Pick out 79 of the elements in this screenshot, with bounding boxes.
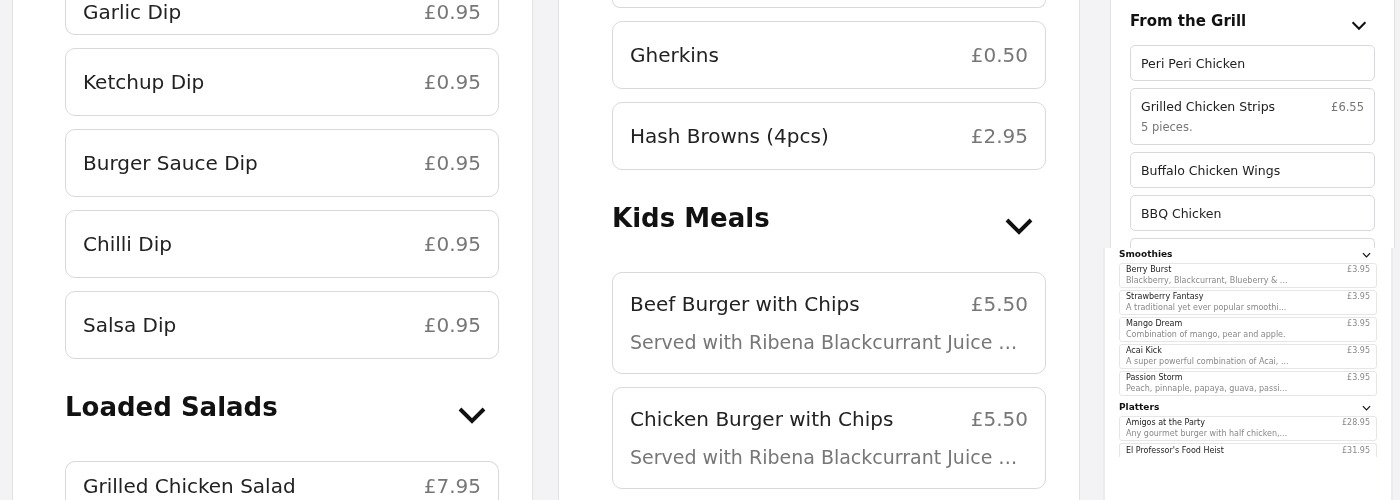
item-name: Grilled Chicken Strips xyxy=(1141,99,1276,114)
menu-item-card[interactable]: Beef Burger with Chips £5.50 Served with Ribena Blackcurrant Juice … xyxy=(612,272,1046,374)
item-name: Hash Browns (4pcs) xyxy=(630,123,829,149)
item-name: El Professor's Food Heist xyxy=(1126,445,1224,456)
chevron-down-icon[interactable] xyxy=(1004,217,1034,235)
item-price: £31.95 xyxy=(1342,445,1370,456)
item-name: Grilled Chicken Salad xyxy=(83,474,296,499)
item-description: Blackberry, Blackcurrant, Blueberry & ... xyxy=(1126,275,1289,286)
item-description: A traditional yet ever popular smoothi... xyxy=(1126,302,1288,313)
menu-item-card[interactable]: Salsa Dip £0.95 xyxy=(65,291,499,359)
chevron-down-icon[interactable] xyxy=(1362,252,1371,258)
category-title: From the Grill xyxy=(1130,12,1247,30)
category-title: Platters xyxy=(1119,401,1160,413)
item-name: Mango Dream xyxy=(1126,319,1183,329)
item-name: Burger Sauce Dip xyxy=(83,150,258,176)
item-description: Combination of mango, pear and apple. xyxy=(1126,329,1287,340)
item-price: £0.95 xyxy=(423,312,481,338)
menu-item-card[interactable]: Grilled Chicken Strips £6.55 5 pieces. xyxy=(1130,88,1375,145)
item-description: Served with Ribena Blackcurrant Juice … xyxy=(630,330,1019,355)
item-price: £3.95 xyxy=(1347,265,1370,275)
menu-item-card[interactable]: Grilled Chicken Salad £7.95 xyxy=(65,461,499,500)
chevron-down-icon[interactable] xyxy=(1362,404,1371,411)
category-title: Smoothies xyxy=(1119,249,1173,260)
menu-item-card[interactable]: Chicken Burger with Chips £5.50 Served with Ribena Blackcurrant Juice … xyxy=(612,387,1046,489)
category-title: Loaded Salads xyxy=(65,392,278,422)
item-name: Salsa Dip xyxy=(83,312,177,338)
item-price: £0.95 xyxy=(423,69,481,95)
menu-item-card[interactable]: El Professor's Food Heist £31.95 xyxy=(1119,442,1377,457)
item-name: Buffalo Chicken Wings xyxy=(1141,162,1281,178)
item-price: £7.95 xyxy=(423,474,481,499)
item-name: BBQ Chicken xyxy=(1141,205,1222,221)
item-price: £0.50 xyxy=(970,42,1028,68)
menu-item-card[interactable]: Berry Burst £3.95 Blackberry, Blackcurrant, Blueberry & ... xyxy=(1119,262,1377,288)
menu-item-card[interactable]: Gherkins £0.50 xyxy=(612,21,1046,89)
chevron-down-icon[interactable] xyxy=(1351,20,1367,31)
item-name: Passion Storm xyxy=(1126,373,1183,383)
item-description: 5 pieces. xyxy=(1141,120,1194,134)
menu-item-card[interactable]: Buffalo Chicken Wings xyxy=(1130,152,1375,188)
item-name: Berry Burst xyxy=(1126,265,1172,275)
item-name: Garlic Dip xyxy=(83,0,182,25)
menu-item-card[interactable]: Burger Sauce Dip £0.95 xyxy=(65,129,499,197)
menu-item-card[interactable]: Ketchup Dip £0.95 xyxy=(65,48,499,116)
menu-item-card[interactable]: Garlic Dip £0.95 xyxy=(65,0,499,35)
item-name: Chicken Burger with Chips xyxy=(630,406,894,432)
item-name: Strawberry Fantasy xyxy=(1126,292,1204,302)
item-price: £0.95 xyxy=(423,0,481,25)
item-name: Gherkins xyxy=(630,42,719,68)
item-price: £0.95 xyxy=(423,231,481,257)
item-price: £0.95 xyxy=(423,150,481,176)
item-name: Acai Kick xyxy=(1126,346,1162,356)
item-name: Beef Burger with Chips xyxy=(630,291,860,317)
item-price: £5.50 xyxy=(970,406,1028,432)
menu-item-card[interactable]: Mango Dream £3.95 Combination of mango, pear and apple. xyxy=(1119,316,1377,342)
menu-item-card[interactable]: Chilli Dip £0.95 xyxy=(65,210,499,278)
chevron-down-icon[interactable] xyxy=(457,406,487,424)
item-name: Ketchup Dip xyxy=(83,69,205,95)
item-price: £3.95 xyxy=(1347,319,1370,329)
item-price: £5.50 xyxy=(970,291,1028,317)
menu-item-card[interactable]: Passion Storm £3.95 Peach, pinnaple, papaya, guava, passi... xyxy=(1119,370,1377,396)
item-description: A super powerful combination of Acai, ... xyxy=(1126,356,1290,367)
item-description: Any gourmet burger with half chicken,... xyxy=(1126,428,1289,439)
item-price: £6.55 xyxy=(1331,99,1364,114)
menu-item-card[interactable]: Hash Browns (4pcs) £2.95 xyxy=(612,102,1046,170)
item-description: Peach, pinnaple, papaya, guava, passi... xyxy=(1126,383,1289,394)
menu-item-card[interactable]: Amigos at the Party £28.95 Any gourmet burger with half chicken,... xyxy=(1119,415,1377,441)
menu-item-card[interactable]: BBQ Chicken xyxy=(1130,195,1375,231)
item-description: Served with Ribena Blackcurrant Juice … xyxy=(630,445,1019,470)
item-price: £28.95 xyxy=(1342,418,1370,428)
item-price: £3.95 xyxy=(1347,292,1370,302)
category-title: Kids Meals xyxy=(612,203,770,233)
item-name: Peri Peri Chicken xyxy=(1141,55,1246,71)
item-name: Amigos at the Party xyxy=(1126,418,1205,428)
menu-item-card[interactable]: Acai Kick £3.95 A super powerful combination of Acai, ... xyxy=(1119,343,1377,369)
menu-item-card[interactable]: Strawberry Fantasy £3.95 A traditional yet ever popular smoothi... xyxy=(1119,289,1377,315)
item-price: £3.95 xyxy=(1347,373,1370,383)
item-name: Chilli Dip xyxy=(83,231,172,257)
item-price: £3.95 xyxy=(1347,346,1370,356)
menu-item-card[interactable]: Peri Peri Chicken xyxy=(1130,45,1375,81)
item-price: £2.95 xyxy=(970,123,1028,149)
